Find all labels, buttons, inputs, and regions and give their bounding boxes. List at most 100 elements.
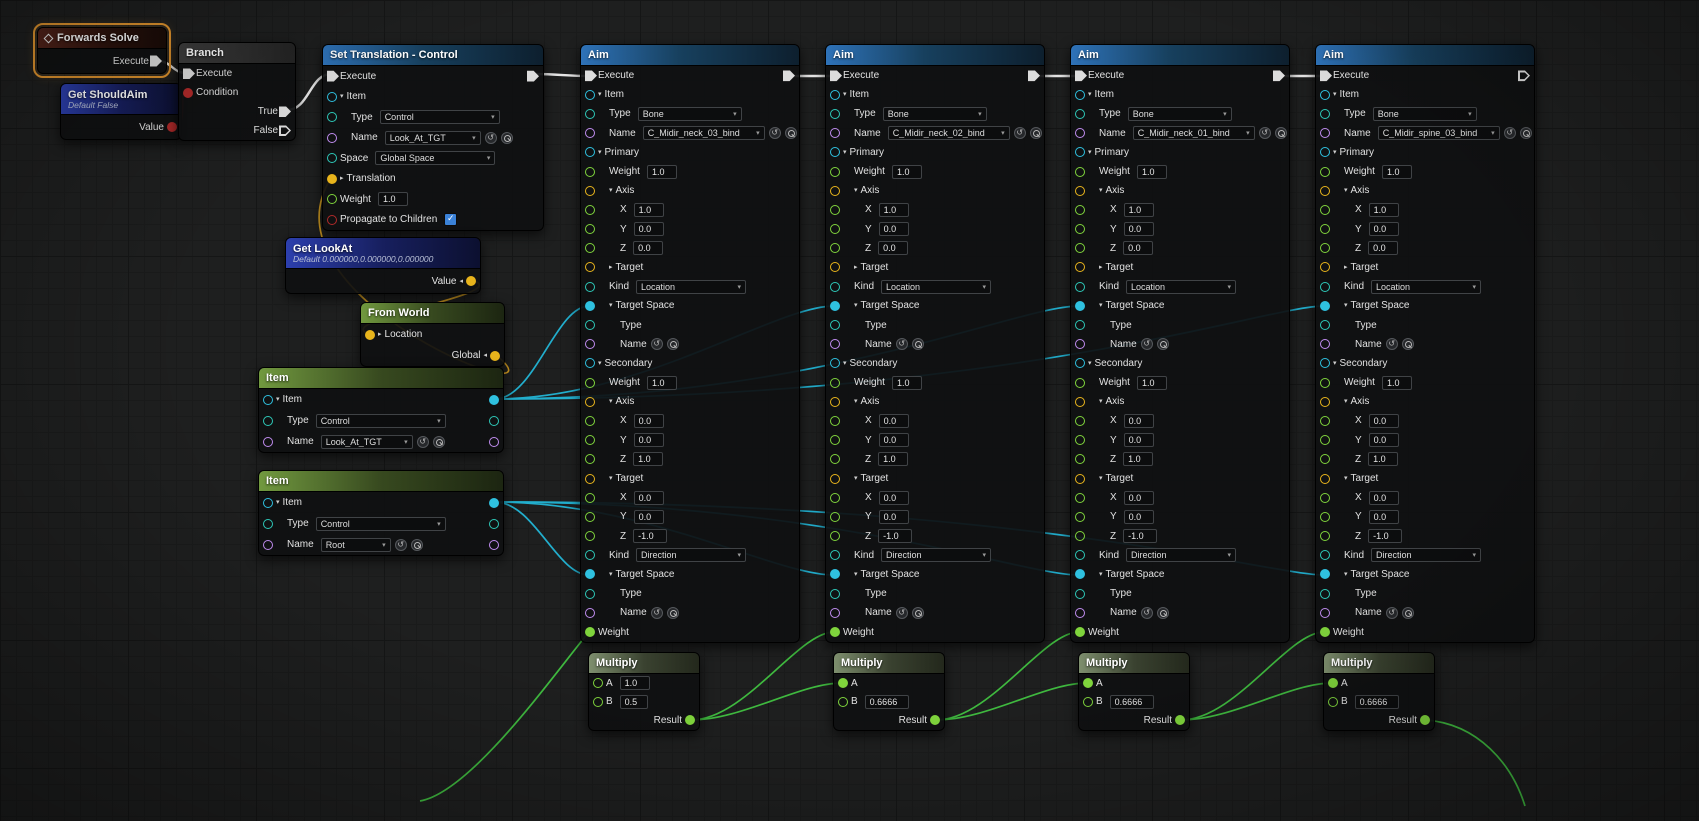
node-header[interactable]: Item — [259, 471, 503, 492]
pin-name-in[interactable] — [1075, 128, 1085, 139]
search-icon[interactable] — [1274, 127, 1287, 140]
pin-result-out[interactable] — [1420, 715, 1430, 726]
pin-name-in[interactable] — [585, 128, 595, 139]
pin-kind-in[interactable] — [1075, 550, 1085, 561]
sync-icon[interactable]: ↺ — [895, 606, 908, 619]
sync-icon[interactable]: ↺ — [394, 538, 407, 551]
pin-value-out[interactable] — [167, 122, 177, 132]
expander-icon[interactable]: ▾ — [598, 91, 602, 98]
pin-kind-in[interactable] — [830, 550, 840, 561]
name-dropdown[interactable]: C_Midir_spine_03_bind ▾ — [1377, 126, 1500, 141]
expander-icon[interactable]: ▾ — [609, 398, 613, 405]
expander-icon[interactable]: ▾ — [609, 302, 613, 309]
pin-secondary-in[interactable] — [1075, 358, 1085, 369]
pin-item-out[interactable] — [489, 497, 499, 508]
pin-target-space-in[interactable] — [1320, 300, 1330, 311]
search-icon[interactable] — [1156, 606, 1169, 619]
expander-icon[interactable]: ▸ — [609, 263, 613, 271]
expander-icon[interactable]: ▸ — [1099, 263, 1103, 271]
pin-x-in[interactable] — [1075, 415, 1085, 426]
search-icon[interactable] — [1401, 338, 1414, 351]
expander-icon[interactable]: ▾ — [854, 398, 858, 405]
kind-dropdown[interactable]: Location ▾ — [636, 279, 747, 294]
pin-y-in[interactable] — [830, 511, 840, 522]
node-header[interactable]: Aim — [826, 45, 1044, 66]
expander-icon[interactable]: ▾ — [609, 570, 613, 578]
expander-icon[interactable]: ▾ — [598, 148, 602, 156]
pin-weight-in[interactable] — [1320, 377, 1330, 388]
x-input[interactable] — [1123, 490, 1154, 505]
weight-input[interactable] — [1381, 375, 1412, 390]
node-aim-1[interactable]: Aim Execute ▾ Item Type Bone ▾ Name C_Midir_neck… — [580, 44, 800, 643]
pin-target-space-in[interactable] — [830, 300, 840, 311]
expander-icon[interactable]: ▾ — [1333, 359, 1337, 367]
x-input[interactable] — [1368, 490, 1399, 505]
pin-z-in[interactable] — [585, 531, 595, 542]
pin-type-in[interactable] — [1320, 320, 1330, 331]
pin-secondary-in[interactable] — [1320, 358, 1330, 369]
pin-name-out[interactable] — [489, 539, 499, 550]
y-input[interactable] — [1123, 433, 1154, 448]
weight-input[interactable] — [1136, 164, 1167, 179]
node-header[interactable]: Multiply — [1079, 653, 1189, 674]
x-input[interactable] — [878, 413, 909, 428]
y-input[interactable] — [878, 222, 909, 237]
y-input[interactable] — [878, 509, 909, 524]
pin-weight-in[interactable] — [830, 627, 840, 638]
pin-axis-in[interactable] — [585, 185, 595, 196]
x-input[interactable] — [633, 413, 664, 428]
expander-icon[interactable]: ▾ — [609, 187, 613, 194]
expander-icon[interactable]: ▾ — [1099, 475, 1103, 482]
sync-icon[interactable]: ↺ — [895, 338, 908, 351]
x-input[interactable] — [878, 490, 909, 505]
pin-axis-in[interactable] — [830, 396, 840, 407]
search-icon[interactable] — [911, 606, 924, 619]
expander-icon[interactable]: ▾ — [340, 93, 344, 100]
pin-name-out[interactable] — [489, 436, 499, 447]
sync-icon[interactable]: ↺ — [650, 606, 663, 619]
pin-target-in[interactable] — [1075, 473, 1085, 484]
sync-icon[interactable]: ↺ — [650, 338, 663, 351]
pin-result-out[interactable] — [1175, 715, 1185, 726]
pin-global-out[interactable] — [490, 350, 500, 361]
pin-true-out[interactable] — [279, 106, 291, 117]
pin-name-in[interactable] — [585, 339, 595, 350]
type-dropdown[interactable]: Control ▾ — [315, 516, 446, 531]
pin-axis-in[interactable] — [1075, 396, 1085, 407]
pin-weight-in[interactable] — [585, 377, 595, 388]
pin-z-in[interactable] — [1320, 454, 1330, 465]
name-dropdown[interactable]: Look_At_TGT ▾ — [384, 130, 481, 145]
expander-icon[interactable]: ▾ — [843, 91, 847, 98]
pin-name-in[interactable] — [263, 539, 273, 550]
pin-target-in[interactable] — [585, 473, 595, 484]
weight-input[interactable] — [891, 375, 922, 390]
pin-x-in[interactable] — [830, 204, 840, 215]
y-input[interactable] — [633, 433, 664, 448]
expander-icon[interactable]: ▾ — [1344, 187, 1348, 194]
node-multiply-1[interactable]: Multiply AB Result — [588, 652, 700, 731]
search-icon[interactable] — [911, 338, 924, 351]
y-input[interactable] — [1368, 222, 1399, 237]
kind-dropdown[interactable]: Direction ▾ — [1371, 548, 1482, 563]
y-input[interactable] — [1368, 433, 1399, 448]
pin-type-in[interactable] — [585, 108, 595, 119]
kind-dropdown[interactable]: Location ▾ — [881, 279, 992, 294]
pin-item-in[interactable] — [263, 497, 273, 508]
pin-weight-in[interactable] — [1075, 377, 1085, 388]
node-header[interactable]: Aim — [1316, 45, 1534, 66]
pin-location-in[interactable] — [365, 329, 375, 340]
pin-type-in[interactable] — [263, 415, 273, 426]
pin-execute-in[interactable] — [1075, 70, 1087, 82]
pin-y-in[interactable] — [1075, 511, 1085, 522]
node-header[interactable]: Set Translation - Control — [323, 45, 543, 66]
z-input[interactable] — [1123, 529, 1158, 544]
pin-a-in[interactable] — [1328, 678, 1338, 689]
pin-y-in[interactable] — [585, 511, 595, 522]
b-input[interactable] — [1354, 694, 1399, 709]
pin-space-in[interactable] — [327, 153, 337, 164]
sync-icon[interactable]: ↺ — [1385, 338, 1398, 351]
type-dropdown[interactable]: Bone ▾ — [882, 106, 987, 121]
pin-x-in[interactable] — [1320, 204, 1330, 215]
node-branch[interactable]: Branch Execute Condition True False — [178, 42, 296, 141]
pin-name-in[interactable] — [830, 128, 840, 139]
